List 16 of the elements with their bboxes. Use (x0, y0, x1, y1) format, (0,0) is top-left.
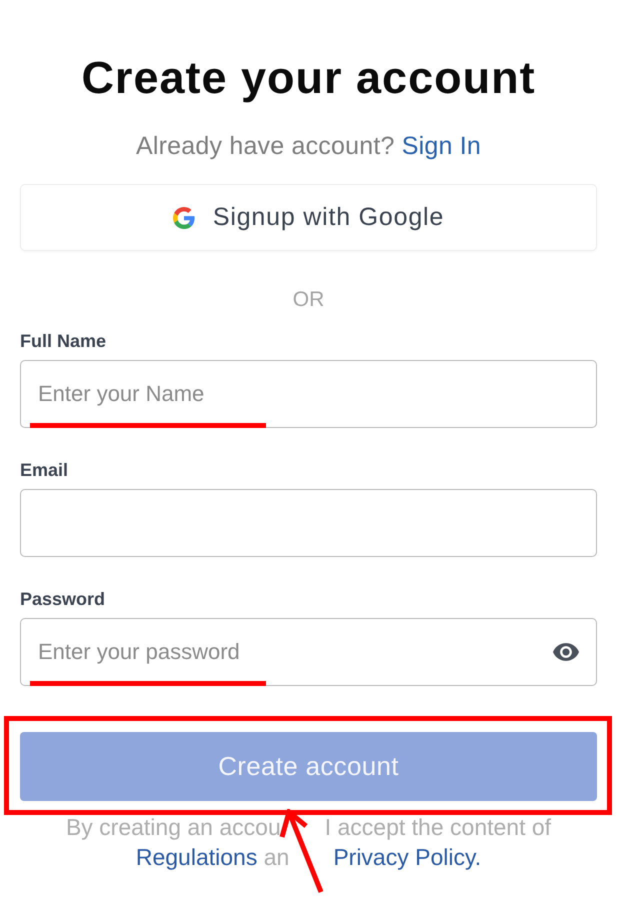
eye-icon[interactable] (553, 643, 579, 661)
text-field[interactable] (20, 489, 597, 557)
google-signup-button[interactable]: Signup with Google (20, 184, 597, 251)
terms-text: By creating an accou I accept the content of Regulations an Privacy Policy. (66, 813, 552, 872)
divider-label: OR (292, 289, 324, 311)
policy-link[interactable]: Privacy Policy. (333, 844, 482, 870)
sign-in-link[interactable]: Sign In (402, 132, 481, 160)
signin-prompt: Already have account? Sign In (135, 132, 482, 161)
field-label: Password (20, 588, 106, 610)
policy-link[interactable]: Regulations (136, 844, 258, 870)
field-label: Full Name (20, 330, 106, 352)
field-label: Email (20, 459, 68, 481)
text-field[interactable]: Enter your Name (20, 360, 597, 428)
g-logo-icon (172, 206, 195, 228)
password-field[interactable]: Enter your password (20, 618, 597, 686)
page-title: Create your account (80, 52, 537, 104)
